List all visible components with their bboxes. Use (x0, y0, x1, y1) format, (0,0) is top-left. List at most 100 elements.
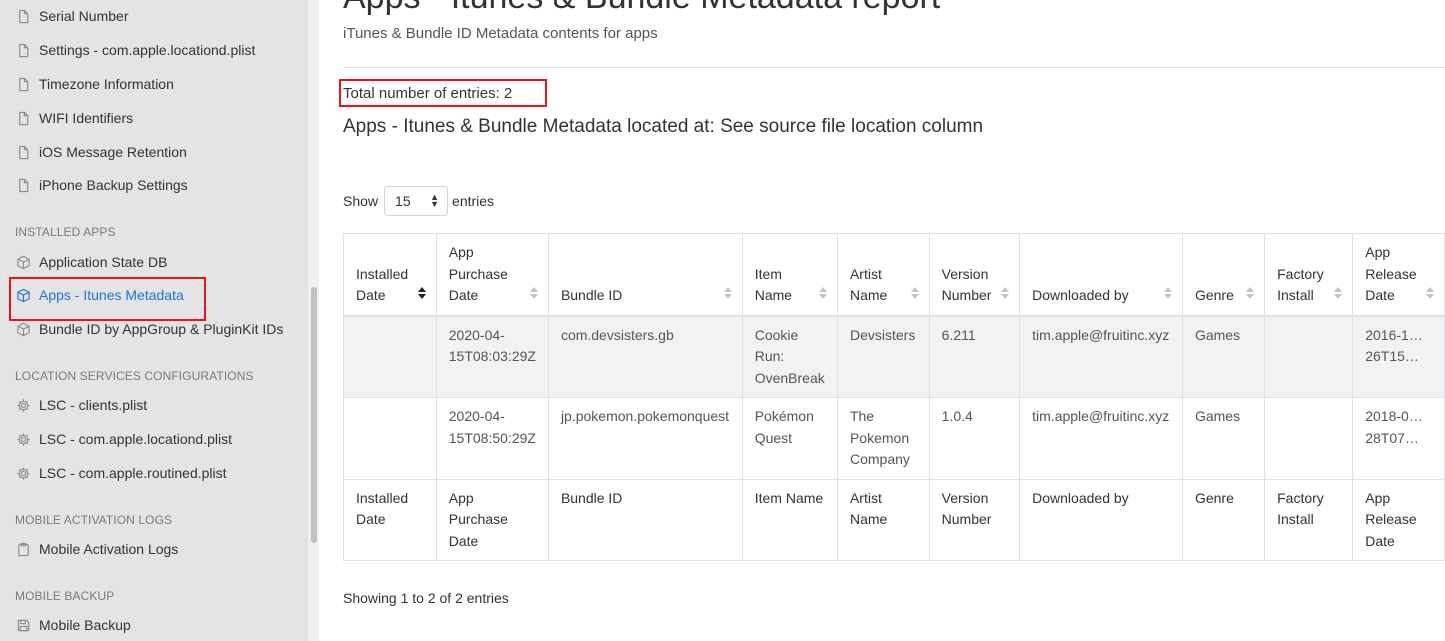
file-icon (15, 8, 31, 24)
file-icon (15, 144, 31, 160)
sidebar-scrollbar-thumb[interactable] (311, 287, 317, 543)
sidebar-item-application-state-db[interactable]: Application State DB (15, 251, 167, 273)
file-icon (15, 42, 31, 58)
sidebar-item-lsc-locationd[interactable]: LSC - com.apple.locationd.plist (15, 428, 232, 450)
sidebar-item-label: WIFI Identifiers (39, 110, 134, 126)
sidebar-item-timezone[interactable]: Timezone Information (15, 73, 174, 95)
column-header[interactable]: Genre (1181, 233, 1266, 316)
sidebar-item-label: Settings - com.apple.locationd.plist (39, 42, 256, 58)
sort-icon (1163, 286, 1172, 299)
divider (343, 67, 1445, 68)
table-cell (343, 397, 437, 480)
table-cell (1264, 397, 1354, 480)
sidebar-item-lsc-routined[interactable]: LSC - com.apple.routined.plist (15, 462, 227, 484)
page-title: Apps - Itunes & Bundle Metadata report (343, 0, 940, 17)
sidebar-item-label: Bundle ID by AppGroup & PluginKit IDs (39, 321, 284, 337)
gear-icon (15, 431, 31, 447)
column-footer: Bundle ID (547, 478, 743, 561)
file-icon (15, 110, 31, 126)
sidebar-item-bundle-id-appgroup[interactable]: Bundle ID by AppGroup & PluginKit IDs (15, 318, 283, 340)
column-footer: Installed Date (343, 478, 437, 561)
save-icon (15, 617, 31, 633)
column-footer: Version Number (928, 478, 1021, 561)
table-cell: Cookie Run: OvenBreak (741, 315, 838, 398)
column-header[interactable]: Factory Install (1264, 233, 1354, 316)
sort-icon (818, 286, 827, 299)
sort-icon (910, 286, 919, 299)
metadata-table: Installed Date App Purchase Date Bundle … (343, 233, 1445, 561)
table-cell: 2020-04-15T08:50:29Z (435, 397, 549, 480)
column-header[interactable]: App Release Date (1352, 233, 1445, 316)
sidebar-item-message-retention[interactable]: iOS Message Retention (15, 141, 187, 163)
table-cell: Devsisters (836, 315, 930, 398)
table-cell: tim.apple@fruitinc.xyz (1019, 397, 1183, 480)
sidebar: Serial Number Settings - com.apple.locat… (0, 0, 308, 641)
sort-icon (1426, 286, 1434, 299)
entries-per-page-select[interactable]: 15 ▲ ▼ (384, 186, 449, 216)
page-subtitle: iTunes & Bundle ID Metadata contents for… (343, 25, 658, 42)
section-header-mobile-backup: MOBILE BACKUP (15, 589, 115, 603)
column-header[interactable]: Version Number (928, 233, 1021, 316)
column-header[interactable]: Installed Date (343, 233, 437, 316)
sidebar-item-label: iPhone Backup Settings (39, 177, 188, 193)
sidebar-item-mobile-backup[interactable]: Mobile Backup (15, 614, 131, 636)
table-cell: jp.pokemon.pokemonquest (547, 397, 743, 480)
table-cell: Games (1181, 315, 1266, 398)
table-footer-row: Installed Date App Purchase Date Bundle … (343, 478, 1445, 561)
section-header-mobile-activation: MOBILE ACTIVATION LOGS (15, 513, 173, 527)
column-footer: App Release Date (1352, 478, 1445, 561)
column-footer: App Purchase Date (435, 478, 549, 561)
table-row: 2020-04-15T08:50:29Z jp.pokemon.pokemonq… (343, 397, 1445, 480)
table-cell (343, 315, 437, 398)
sort-icon (723, 286, 732, 299)
table-cell: The Pokemon Company (836, 397, 930, 480)
column-header[interactable]: Bundle ID (547, 233, 743, 316)
located-at-text: Apps - Itunes & Bundle Metadata located … (343, 116, 984, 137)
highlight-box (9, 277, 206, 321)
section-header-location-services: LOCATION SERVICES CONFIGURATIONS (15, 369, 254, 383)
sidebar-item-mobile-activation-logs[interactable]: Mobile Activation Logs (15, 538, 178, 560)
table-cell: 1.0.4 (928, 397, 1021, 480)
column-footer: Genre (1181, 478, 1266, 561)
total-entries-text: Total number of entries: 2 (343, 85, 513, 102)
sidebar-item-label: iOS Message Retention (39, 144, 187, 160)
sort-icon (1001, 286, 1010, 299)
table-info: Showing 1 to 2 of 2 entries (343, 590, 509, 606)
table-cell (1264, 315, 1354, 398)
sidebar-item-label: Serial Number (39, 8, 129, 24)
file-icon (15, 177, 31, 193)
sidebar-item-label: Mobile Activation Logs (39, 541, 179, 557)
sidebar-item-backup-settings[interactable]: iPhone Backup Settings (15, 174, 188, 196)
column-footer: Item Name (741, 478, 838, 561)
column-header[interactable]: App Purchase Date (435, 233, 549, 316)
sort-icon (529, 286, 538, 299)
sidebar-item-settings-locationd[interactable]: Settings - com.apple.locationd.plist (15, 39, 255, 61)
table-cell: tim.apple@fruitinc.xyz (1019, 315, 1183, 398)
sidebar-item-lsc-clients[interactable]: LSC - clients.plist (15, 394, 147, 416)
sidebar-item-wifi[interactable]: WIFI Identifiers (15, 107, 133, 129)
column-header[interactable]: Item Name (741, 233, 838, 316)
table-header-row: Installed Date App Purchase Date Bundle … (343, 233, 1445, 316)
table-cell: 2016-1…26T15… (1352, 315, 1445, 398)
table-cell: Pokémon Quest (741, 397, 838, 480)
section-header-installed-apps: INSTALLED APPS (15, 225, 116, 239)
column-footer: Factory Install (1264, 478, 1354, 561)
package-icon (15, 321, 31, 337)
sort-icon (1334, 286, 1343, 299)
sidebar-item-label: LSC - com.apple.routined.plist (39, 465, 227, 481)
gear-icon (15, 465, 31, 481)
sort-icon (1246, 286, 1255, 299)
column-header[interactable]: Downloaded by (1019, 233, 1183, 316)
entries-per-page-value: 15 (395, 193, 411, 209)
file-icon (15, 76, 31, 92)
sidebar-item-serial-number[interactable]: Serial Number (15, 5, 128, 27)
length-control: Show 15 ▲ ▼ entries (343, 186, 494, 216)
length-prefix: Show (343, 193, 379, 209)
main-content: Apps - Itunes & Bundle Metadata report i… (319, 0, 1445, 641)
column-footer: Artist Name (836, 478, 930, 561)
clipboard-icon (15, 541, 31, 557)
length-suffix: entries (452, 193, 495, 209)
column-header[interactable]: Artist Name (836, 233, 930, 316)
gear-icon (15, 397, 31, 413)
sidebar-item-label: LSC - clients.plist (39, 397, 148, 413)
